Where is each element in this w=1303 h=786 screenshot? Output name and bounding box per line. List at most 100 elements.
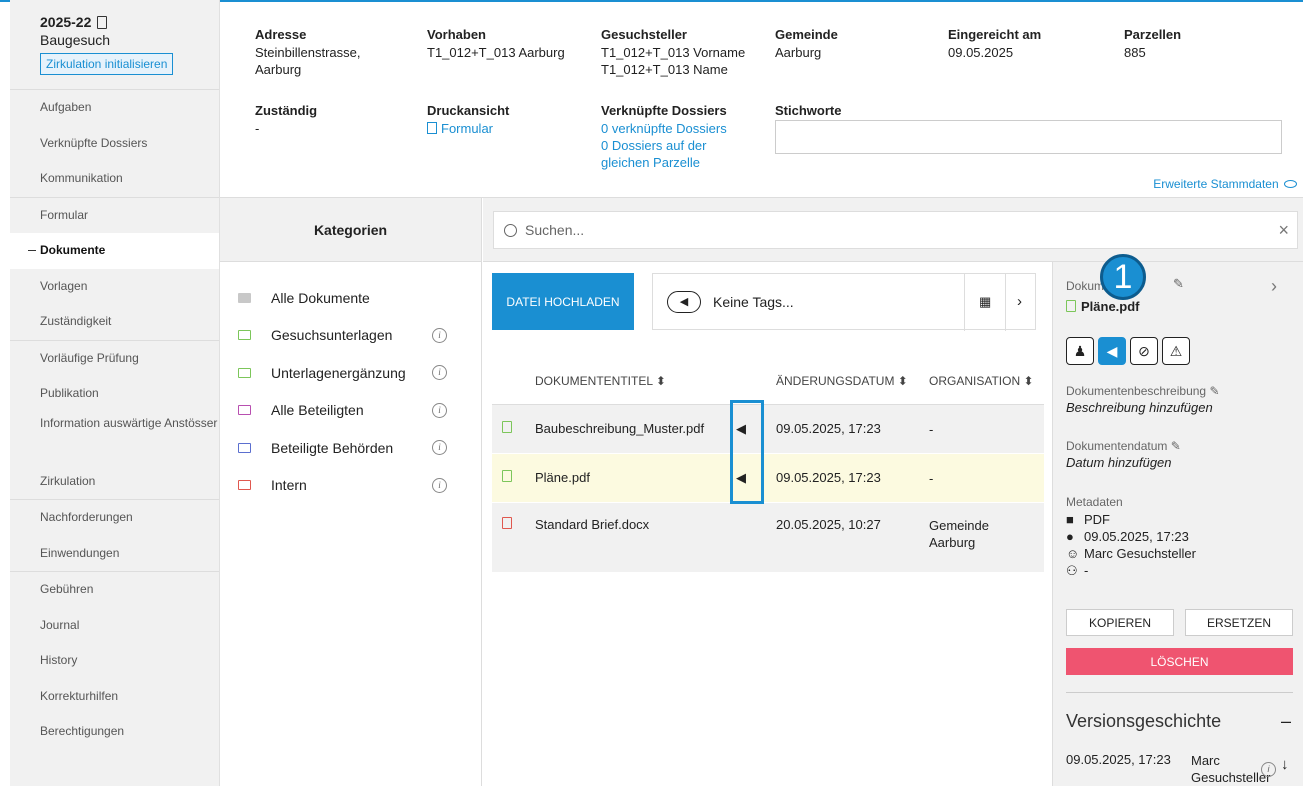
info-icon[interactable]: i — [432, 440, 447, 456]
col-title-header[interactable]: DOKUMENTENTITEL ⬍ — [535, 374, 666, 388]
category-item[interactable]: Alle Dokumente — [220, 279, 481, 317]
info-icon[interactable]: i — [432, 327, 447, 343]
stichworte-label: Stichworte — [775, 103, 842, 118]
sidebar-item-gebühren[interactable]: Gebühren — [10, 572, 219, 608]
druckansicht-field: Druckansicht Formular — [427, 102, 577, 137]
sidebar-item-dokumente[interactable]: Dokumente — [10, 233, 219, 269]
date-value[interactable]: Datum hinzufügen — [1066, 455, 1181, 470]
search-input[interactable]: Suchen... × — [493, 211, 1298, 249]
tag-buttons: ♟ ◀ ⊘ ⚠ — [1066, 337, 1194, 365]
doc-title[interactable]: Baubeschreibung_Muster.pdf — [535, 421, 704, 436]
collapse-icon[interactable]: – — [1281, 711, 1291, 732]
category-label: Beteiligte Behörden — [271, 439, 394, 456]
pencil-icon[interactable]: ✎ — [1173, 276, 1184, 292]
delete-button[interactable]: LÖSCHEN — [1066, 648, 1293, 675]
sidebar-item-vorlagen[interactable]: Vorlagen — [10, 269, 219, 305]
doc-title[interactable]: Standard Brief.docx — [535, 517, 649, 532]
doc-org: Gemeinde Aarburg — [929, 518, 989, 550]
sidebar-item-verknüpfte-dossiers[interactable]: Verknüpfte Dossiers — [10, 126, 219, 162]
col-title-label: DOKUMENTENTITEL — [535, 373, 653, 388]
sidebar-item-publikation[interactable]: Publikation — [10, 376, 219, 412]
info-icon[interactable]: i — [432, 477, 447, 493]
category-item[interactable]: Beteiligte Behörden i — [220, 429, 481, 467]
sidebar-item-zuständigkeit[interactable]: Zuständigkeit — [10, 304, 219, 340]
warning-icon[interactable]: ⚠ — [1162, 337, 1190, 365]
download-icon[interactable]: ↓ — [1281, 756, 1289, 773]
formular-link[interactable]: Formular — [427, 120, 577, 137]
sidebar-item-zirkulation[interactable]: Zirkulation — [10, 464, 219, 500]
date-label-row: Dokumentendatum ✎ — [1066, 439, 1181, 453]
col-org-header[interactable]: ORGANISATION ⬍ — [929, 374, 1034, 388]
category-item[interactable]: Intern i — [220, 467, 481, 505]
category-item[interactable]: Unterlagenergänzung i — [220, 354, 481, 392]
sidebar-item-berechtigungen[interactable]: Berechtigungen — [10, 714, 219, 750]
version-user: Marc Gesuchsteller — [1191, 753, 1271, 785]
sidebar-group: Gebühren Journal History Korrekturhilfen Ber… — [10, 571, 219, 750]
chevron-right-icon[interactable]: › — [1271, 276, 1277, 297]
parzellen-value: 885 — [1124, 45, 1146, 60]
table-row[interactable]: Pläne.pdf ◀ 09.05.2025, 17:23 - — [492, 454, 1044, 503]
metadata-section: Metadaten ■ PDF ● 09.05.2025, 17:23 ☺ Marc … — [1066, 494, 1196, 579]
description-value[interactable]: Beschreibung hinzufügen — [1066, 400, 1220, 415]
erweiterte-stammdaten-link[interactable]: Erweiterte Stammdaten — [1153, 177, 1297, 191]
zustaendig-field: Zuständig - — [255, 102, 405, 137]
sidebar-item-vorläufige-prüfung[interactable]: Vorläufige Prüfung — [10, 341, 219, 377]
copy-button[interactable]: KOPIEREN — [1066, 609, 1174, 636]
erweiterte-stammdaten-label: Erweiterte Stammdaten — [1153, 177, 1279, 191]
sidebar-item-aufgaben[interactable]: Aufgaben — [10, 90, 219, 126]
sidebar-group: Vorläufige Prüfung Publikation Information… — [10, 339, 219, 500]
stichworte-input[interactable] — [775, 120, 1282, 154]
document-detail-panel: Dokum ✎ › Pläne.pdf ♟ ◀ ⊘ ⚠ Dokumentenbesch… — [1052, 262, 1303, 786]
sidebar-item-information-auswärtige-anstösser[interactable]: Information auswärtige Anstösser — [10, 412, 219, 464]
replace-button[interactable]: ERSETZEN — [1185, 609, 1293, 636]
sidebar-item-nachforderungen[interactable]: Nachforderungen — [10, 500, 219, 536]
users-icon: ⚇ — [1066, 563, 1078, 578]
upload-button[interactable]: DATEI HOCHLADEN — [492, 273, 634, 330]
sidebar-item-korrekturhilfen[interactable]: Korrekturhilfen — [10, 679, 219, 715]
info-icon[interactable]: i — [1261, 762, 1276, 777]
copy-icon[interactable] — [97, 15, 108, 29]
adresse-label: Adresse — [255, 27, 307, 42]
gleiche-parzelle-link[interactable]: 0 Dossiers auf der gleichen Parzelle — [601, 137, 751, 171]
table-row[interactable]: Baubeschreibung_Muster.pdf ◀ 09.05.2025, 1… — [492, 405, 1044, 454]
category-item[interactable]: Alle Beteiligten i — [220, 392, 481, 430]
sidebar-group: Aufgaben Verknüpfte Dossiers Kommunikation — [10, 90, 219, 197]
close-icon[interactable]: × — [1278, 220, 1289, 241]
doc-name-row: Pläne.pdf — [1066, 299, 1140, 314]
pencil-icon[interactable]: ✎ — [1209, 384, 1219, 398]
zirkulation-button[interactable]: Zirkulation initialisieren — [40, 53, 174, 75]
sidebar-item-einwendungen[interactable]: Einwendungen — [10, 536, 219, 572]
tags-placeholder[interactable]: Keine Tags... — [713, 294, 794, 310]
folder-icon — [238, 480, 251, 491]
meta-group-row: ⚇ - — [1066, 562, 1196, 579]
grid-icon[interactable]: ▦ — [979, 294, 991, 310]
col-date-header[interactable]: ÄNDERUNGSDATUM ⬍ — [776, 374, 908, 388]
megaphone-icon[interactable]: ◀ — [1098, 337, 1126, 365]
megaphone-tag-icon[interactable]: ◀ — [667, 290, 701, 313]
version-entry: 09.05.2025, 17:23 Marc Gesuchsteller — [1066, 752, 1270, 785]
sidebar-item-journal[interactable]: Journal — [10, 608, 219, 644]
table-row[interactable]: Standard Brief.docx 20.05.2025, 10:27 Geme… — [492, 503, 1044, 573]
pencil-icon[interactable]: ✎ — [1171, 439, 1181, 453]
pdf-icon — [427, 122, 437, 134]
info-icon[interactable]: i — [432, 365, 447, 381]
sidebar-item-kommunikation[interactable]: Kommunikation — [10, 161, 219, 197]
doc-date: 20.05.2025, 10:27 — [776, 517, 881, 532]
doc-org: - — [929, 471, 934, 486]
documents-table: DOKUMENTENTITEL ⬍ ÄNDERUNGSDATUM ⬍ ORGAN… — [492, 357, 1044, 573]
verknuepfte-link[interactable]: 0 verknüpfte Dossiers — [601, 120, 751, 137]
description-label: Dokumentenbeschreibung — [1066, 384, 1207, 398]
sidebar-group: Formular Dokumente Vorlagen Zuständigkeit — [10, 196, 219, 340]
ban-icon[interactable]: ⊘ — [1130, 337, 1158, 365]
category-item[interactable]: Gesuchsunterlagen i — [220, 317, 481, 355]
eye-off-icon — [1284, 180, 1297, 188]
info-icon[interactable]: i — [432, 402, 447, 418]
step-badge: 1 — [1100, 254, 1146, 300]
file-icon — [502, 470, 512, 482]
col-date-label: ÄNDERUNGSDATUM — [776, 373, 895, 388]
sidebar-item-formular[interactable]: Formular — [10, 198, 219, 234]
sidebar-item-history[interactable]: History — [10, 643, 219, 679]
stamp-icon[interactable]: ♟ — [1066, 337, 1094, 365]
doc-title[interactable]: Pläne.pdf — [535, 470, 590, 485]
chevron-right-icon[interactable]: › — [1017, 293, 1022, 310]
